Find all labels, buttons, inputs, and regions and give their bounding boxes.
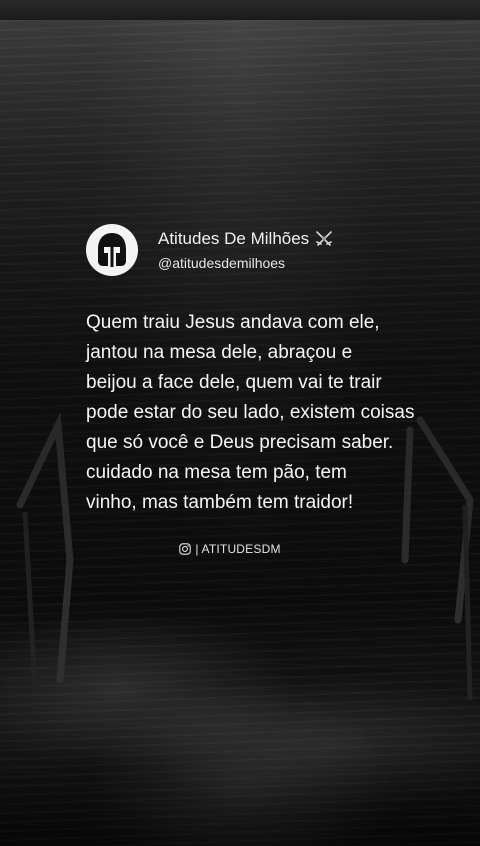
account-handle: @atitudesdemilhoes — [158, 254, 286, 271]
crossed-swords-icon — [316, 230, 332, 246]
avatar[interactable] — [86, 224, 138, 276]
story-screen: Atitudes De Milhões @atitudesdemilhoes Q… — [0, 0, 480, 846]
footer-label: | ATITUDESDM — [195, 542, 281, 556]
display-name: Atitudes De Milhões — [158, 228, 310, 248]
profile-header[interactable]: Atitudes De Milhões @atitudesdemilhoes — [86, 224, 334, 276]
footer-credit[interactable]: | ATITUDESDM — [0, 542, 460, 556]
quote-text: Quem traiu Jesus andava com ele, jantou … — [86, 312, 415, 513]
instagram-icon — [179, 543, 192, 555]
profile-names: Atitudes De Milhões @atitudesdemilhoes — [158, 228, 334, 273]
display-name-row: Atitudes De Milhões — [158, 228, 334, 250]
spartan-helmet-icon — [98, 233, 126, 267]
